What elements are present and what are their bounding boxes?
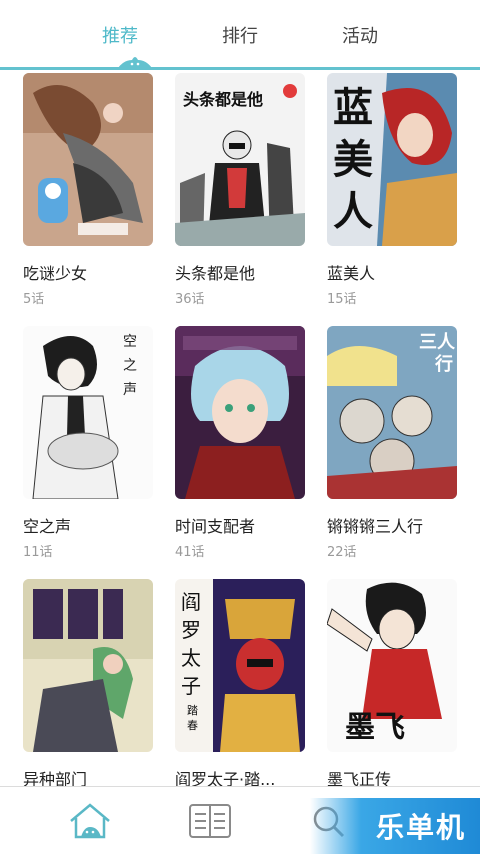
comic-cover[interactable]: 蓝 美 人 bbox=[327, 73, 457, 246]
comic-title: 锵锵锵三人行 bbox=[327, 517, 424, 536]
comic-title: 时间支配者 bbox=[175, 517, 256, 536]
comic-episodes: 5话 bbox=[23, 292, 45, 307]
comic-card[interactable]: 蓝 美 人 蓝美人 15话 bbox=[327, 73, 457, 307]
svg-text:空: 空 bbox=[123, 334, 137, 350]
tab-recommend[interactable]: 推荐 bbox=[80, 22, 160, 48]
comic-cover[interactable]: 阎 罗 太 子 踏 春 bbox=[175, 579, 305, 752]
comic-cover[interactable] bbox=[23, 579, 153, 752]
comic-card[interactable]: 异种部门 bbox=[23, 579, 153, 786]
svg-text:墨飞: 墨飞 bbox=[345, 710, 405, 745]
comic-title: 阎罗太子·踏... bbox=[175, 770, 276, 786]
comic-episodes: 36话 bbox=[175, 292, 205, 307]
svg-text:行: 行 bbox=[434, 353, 453, 375]
comic-cover[interactable] bbox=[175, 326, 305, 499]
comic-episodes: 22话 bbox=[327, 545, 357, 560]
comic-card[interactable]: 三人 行 锵锵锵三人行 22话 bbox=[327, 326, 457, 560]
comic-cover[interactable]: 三人 行 bbox=[327, 326, 457, 499]
svg-text:人: 人 bbox=[333, 188, 373, 235]
comic-card[interactable]: 吃谜少女 5话 bbox=[23, 73, 153, 307]
svg-text:声: 声 bbox=[123, 382, 137, 398]
comic-cover[interactable]: 墨飞 bbox=[327, 579, 457, 752]
svg-text:三人: 三人 bbox=[419, 332, 456, 353]
comic-title: 墨飞正传 bbox=[327, 770, 392, 786]
svg-text:阎: 阎 bbox=[181, 590, 201, 614]
comic-cover[interactable] bbox=[23, 73, 153, 246]
cover-title: 头条都是他 bbox=[183, 90, 263, 109]
home-icon[interactable] bbox=[65, 801, 115, 841]
svg-text:春: 春 bbox=[187, 719, 198, 732]
svg-text:蓝: 蓝 bbox=[333, 84, 373, 131]
comic-card[interactable]: 墨飞 墨飞正传 bbox=[327, 579, 457, 786]
tab-activity[interactable]: 活动 bbox=[320, 22, 400, 48]
active-tab-indicator-icon bbox=[118, 57, 152, 68]
comic-card[interactable]: 阎 罗 太 子 踏 春 阎罗太子·踏... bbox=[175, 579, 305, 786]
comic-title: 异种部门 bbox=[23, 770, 88, 786]
svg-text:美: 美 bbox=[333, 136, 373, 183]
comic-episodes: 15话 bbox=[327, 292, 357, 307]
comic-title: 蓝美人 bbox=[327, 264, 376, 283]
svg-text:之: 之 bbox=[123, 358, 137, 374]
svg-text:踏: 踏 bbox=[187, 703, 198, 717]
tab-ranking[interactable]: 排行 bbox=[200, 22, 280, 48]
comic-title: 空之声 bbox=[23, 517, 72, 536]
comic-title: 头条都是他 bbox=[175, 264, 256, 283]
comic-cover[interactable]: 头条都是他 bbox=[175, 73, 305, 246]
book-icon[interactable] bbox=[185, 801, 235, 841]
comic-title: 吃谜少女 bbox=[23, 264, 88, 283]
tab-underline bbox=[0, 67, 480, 70]
watermark-logo: 乐单机 bbox=[310, 798, 480, 854]
svg-text:罗: 罗 bbox=[181, 618, 201, 642]
svg-text:子: 子 bbox=[181, 674, 201, 698]
svg-text:太: 太 bbox=[181, 646, 201, 670]
comic-episodes: 11话 bbox=[23, 545, 53, 560]
top-tab-bar: 推荐 排行 活动 bbox=[0, 0, 480, 70]
comic-cover[interactable]: 空 之 声 bbox=[23, 326, 153, 499]
comic-episodes: 41话 bbox=[175, 545, 205, 560]
comic-card[interactable]: 头条都是他 头条都是他 36话 bbox=[175, 73, 305, 307]
comic-grid: 吃谜少女 5话 头条都是他 头条都是他 36话 蓝 美 人 蓝美人 15话 空 … bbox=[0, 72, 480, 786]
comic-card[interactable]: 时间支配者 41话 bbox=[175, 326, 305, 560]
comic-card[interactable]: 空 之 声 空之声 11话 bbox=[23, 326, 153, 560]
